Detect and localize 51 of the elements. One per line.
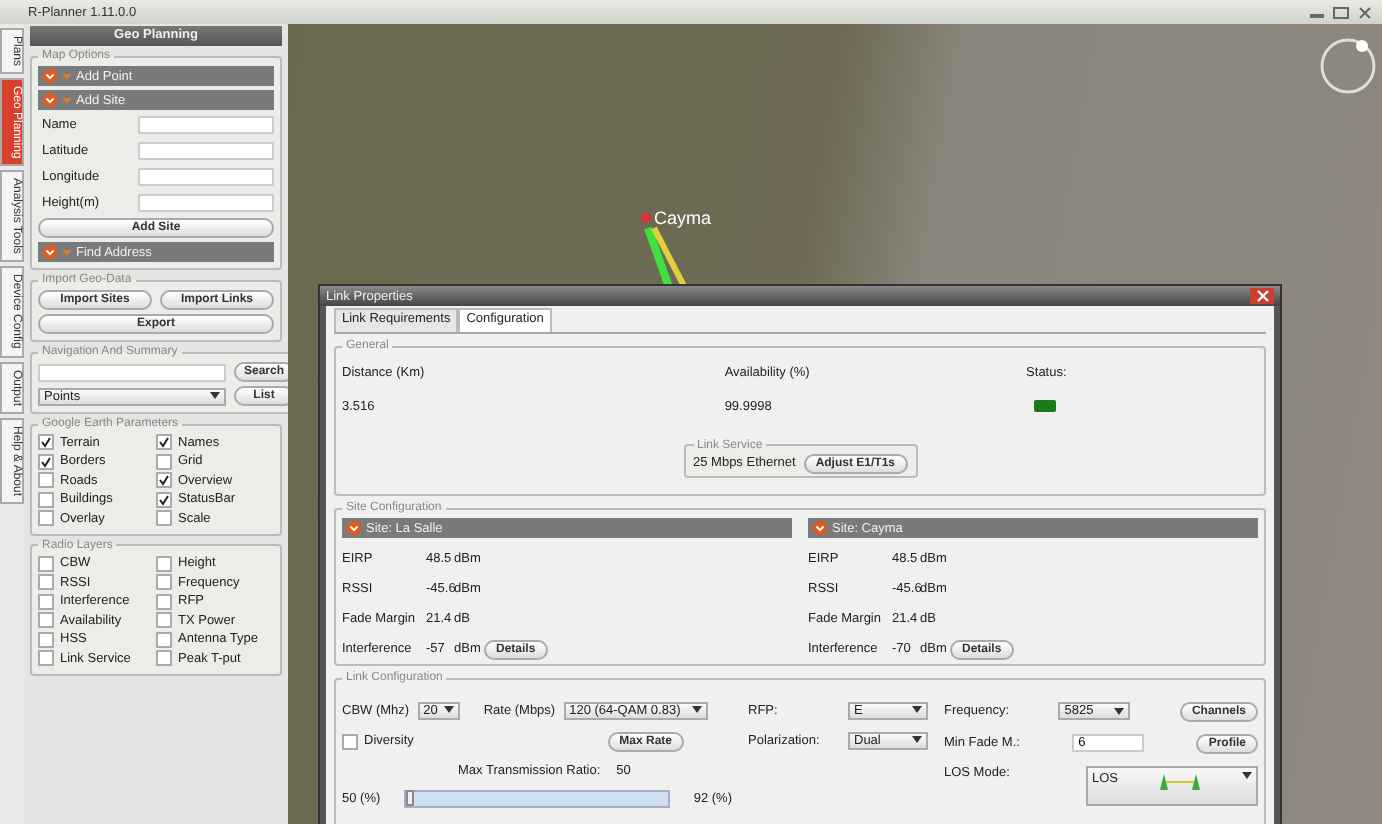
- checkbox[interactable]: [38, 574, 54, 591]
- dropdown-arrow-icon: [1241, 771, 1252, 779]
- checkbox[interactable]: [38, 631, 54, 648]
- chevron-icon: [62, 247, 72, 257]
- checkbox[interactable]: [38, 510, 54, 527]
- los-towers-icon: [1154, 771, 1206, 791]
- checkbox[interactable]: [342, 733, 358, 749]
- checkbox[interactable]: [156, 631, 172, 648]
- bullet-icon: [42, 92, 58, 108]
- checkbox[interactable]: [38, 472, 54, 489]
- checkbox[interactable]: [38, 593, 54, 610]
- close-icon[interactable]: [1356, 5, 1374, 19]
- maximize-icon[interactable]: [1332, 5, 1350, 19]
- checkbox[interactable]: [156, 472, 172, 489]
- checkbox[interactable]: [38, 434, 54, 451]
- input-field[interactable]: [138, 168, 274, 186]
- dropdown-arrow-icon: [443, 706, 454, 714]
- input-field[interactable]: [138, 194, 274, 212]
- dropdown-arrow-icon: [912, 706, 922, 714]
- bullet-icon: [42, 244, 58, 260]
- checkbox[interactable]: [156, 491, 172, 508]
- navigation-compass-icon[interactable]: [1318, 36, 1378, 96]
- chevron-icon: [62, 71, 72, 81]
- checkbox[interactable]: [156, 574, 172, 591]
- dropdown-arrow-icon: [210, 392, 220, 400]
- input-field[interactable]: [138, 116, 274, 134]
- chevron-icon: [62, 95, 72, 105]
- checkbox[interactable]: [38, 491, 54, 508]
- map-place-label: Cayma: [654, 208, 712, 228]
- close-button[interactable]: [1250, 288, 1274, 304]
- checkbox[interactable]: [38, 612, 54, 629]
- input-field[interactable]: [138, 142, 274, 160]
- bullet-icon: [42, 68, 58, 84]
- dropdown-arrow-icon: [1114, 707, 1125, 715]
- checkbox[interactable]: [156, 434, 172, 451]
- bullet-icon: [812, 520, 828, 536]
- checkbox[interactable]: [156, 650, 172, 667]
- dropdown-arrow-icon: [691, 706, 702, 714]
- checkbox[interactable]: [38, 555, 54, 572]
- checkbox[interactable]: [38, 650, 54, 667]
- bullet-icon: [346, 520, 362, 536]
- checkbox[interactable]: [156, 555, 172, 572]
- checkbox[interactable]: [156, 612, 172, 629]
- checkbox[interactable]: [38, 453, 54, 470]
- slider-thumb[interactable]: [406, 789, 415, 805]
- checkbox[interactable]: [156, 453, 172, 470]
- placemark-icon: [640, 212, 652, 224]
- dropdown-arrow-icon: [912, 736, 922, 744]
- checkbox[interactable]: [156, 510, 172, 527]
- checkbox[interactable]: [156, 593, 172, 610]
- search-field[interactable]: [38, 363, 226, 381]
